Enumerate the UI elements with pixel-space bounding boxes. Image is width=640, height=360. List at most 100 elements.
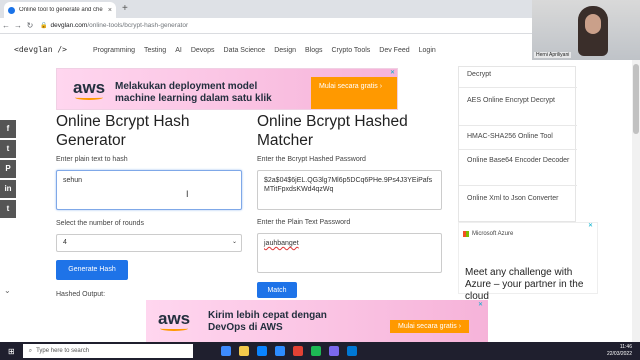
ad-top-message: Melakukan deployment model machine learn… — [115, 81, 272, 105]
ad-close-icon[interactable]: ✕ — [390, 69, 395, 76]
windows-taskbar: ⊞ ⌕ Type here to search 11:46 22/03/2022 — [0, 342, 640, 360]
word-icon[interactable] — [346, 346, 357, 356]
address-bar[interactable]: devglan.com/online-tools/bcrypt-hash-gen… — [50, 22, 188, 29]
new-tab-button[interactable]: + — [122, 3, 128, 15]
matcher-title: Online Bcrypt Hashed Matcher — [257, 113, 408, 149]
clock-time: 11:46 — [619, 344, 632, 350]
divider — [459, 149, 577, 150]
pinterest-share-icon[interactable]: P — [0, 160, 16, 178]
back-icon[interactable]: ← — [0, 21, 12, 30]
chevron-down-icon: ⌄ — [231, 239, 237, 245]
rounds-value: 4 — [63, 239, 67, 246]
ad-bottom-cta-button[interactable]: Mulai secara gratis › — [390, 320, 470, 333]
file-explorer-icon[interactable] — [238, 346, 249, 356]
nav-ai[interactable]: AI — [175, 47, 182, 54]
scrollbar-thumb[interactable] — [633, 64, 639, 134]
azure-ad[interactable]: Microsoft Azure Meet any challenge with … — [458, 222, 598, 302]
nav-testing[interactable]: Testing — [144, 47, 166, 54]
ad-bottom-message: Kirim lebih cepat dengan DevOps di AWS — [208, 310, 327, 334]
main-nav: Programming Testing AI Devops Data Scien… — [93, 47, 436, 54]
plain-text-input[interactable]: sehun — [56, 170, 242, 210]
facebook-share-icon[interactable]: f — [0, 120, 16, 138]
nav-login[interactable]: Login — [419, 47, 436, 54]
sidebar-item-base64[interactable]: Online Base64 Encoder Decoder — [467, 155, 571, 167]
lock-icon[interactable]: 🔒 — [40, 22, 47, 29]
microsoft-azure-brand: Microsoft Azure — [463, 231, 513, 237]
presenter-face — [585, 14, 601, 34]
tab-title: Online tool to generate and che — [19, 7, 103, 13]
nav-devops[interactable]: Devops — [191, 47, 215, 54]
nav-dev-feed[interactable]: Dev Feed — [379, 47, 409, 54]
clock-date: 22/03/2022 — [606, 351, 632, 357]
taskbar-apps — [220, 346, 357, 356]
edge-icon[interactable] — [256, 346, 267, 356]
hash-input[interactable]: $2a$04$6jEL.QG3lg7Ml6p5DCq6PHe.9Ps4J3YEi… — [257, 170, 442, 210]
zoom-icon[interactable] — [274, 346, 285, 356]
taskbar-clock[interactable]: 11:46 22/03/2022 — [607, 344, 632, 358]
nav-blogs[interactable]: Blogs — [305, 47, 323, 54]
aws-ad-top[interactable]: aws Melakukan deployment model machine l… — [56, 68, 398, 110]
task-view-icon[interactable] — [220, 346, 231, 356]
plain-password-label: Enter the Plain Text Password — [257, 219, 351, 226]
ad-top-line2: machine learning dalam satu klik — [115, 93, 272, 104]
ad-bottom-line1: Kirim lebih cepat dengan — [208, 310, 327, 321]
twitter-share-icon[interactable]: t — [0, 140, 16, 158]
share-bar: f t P in t — [0, 120, 16, 220]
match-button[interactable]: Match — [257, 282, 297, 298]
ad-top-line1: Melakukan deployment model — [115, 81, 258, 92]
sidebar-item-decrypt[interactable]: Decrypt — [467, 69, 571, 81]
microsoft-logo-icon — [463, 231, 469, 237]
url-path: /online-tools/bcrypt-hash-generator — [87, 22, 189, 29]
nav-data-science[interactable]: Data Science — [224, 47, 266, 54]
hashed-output-label: Hashed Output: — [56, 291, 106, 298]
sidebar-item-hmac[interactable]: HMAC-SHA256 Online Tool — [467, 131, 571, 143]
windows-start-icon[interactable]: ⊞ — [8, 347, 15, 356]
related-tools-sidebar: Decrypt AES Online Encrypt Decrypt HMAC-… — [458, 66, 577, 222]
sidebar-item-xml-json[interactable]: Online Xml to Json Converter — [467, 193, 571, 205]
plain-password-value: jauhbanget — [264, 240, 299, 247]
webcam-overlay: Herni Apriliyani — [532, 0, 640, 60]
chevron-down-icon[interactable]: ⌄ — [4, 286, 11, 295]
reload-icon[interactable]: ↻ — [24, 21, 36, 30]
divider — [459, 125, 577, 126]
search-icon: ⌕ — [28, 347, 33, 354]
tumblr-share-icon[interactable]: t — [0, 200, 16, 218]
sidebar-item-aes[interactable]: AES Online Encrypt Decrypt — [467, 95, 571, 107]
aws-logo: aws — [158, 309, 191, 331]
generate-hash-button[interactable]: Generate Hash — [56, 260, 128, 280]
divider — [459, 87, 577, 88]
rounds-label: Select the number of rounds — [56, 220, 144, 227]
aws-logo: aws — [73, 78, 106, 100]
ad-top-cta-button[interactable]: Mulai secara gratis › — [311, 77, 397, 109]
nav-crypto-tools[interactable]: Crypto Tools — [332, 47, 371, 54]
ad-close-icon[interactable]: ✕ — [478, 301, 483, 308]
browser-tab[interactable]: Online tool to generate and che × — [4, 2, 116, 18]
chrome-icon[interactable] — [292, 346, 303, 356]
forward-icon[interactable]: → — [12, 21, 24, 30]
divider — [459, 185, 577, 186]
azure-ad-text: Meet any challenge with Azure – your par… — [465, 267, 584, 302]
site-favicon-icon — [8, 6, 15, 14]
plain-password-input[interactable]: jauhbanget — [257, 233, 442, 273]
aws-ad-bottom[interactable]: aws Kirim lebih cepat dengan DevOps di A… — [146, 300, 488, 342]
azure-brand-text: Microsoft Azure — [472, 231, 514, 237]
generator-title: Online Bcrypt Hash Generator — [56, 113, 190, 149]
taskbar-search-input[interactable]: ⌕ Type here to search — [22, 344, 193, 358]
page-scrollbar[interactable] — [632, 34, 640, 342]
taskbar-search-placeholder: Type here to search — [36, 348, 90, 354]
logo-text: <devglan /> — [14, 45, 67, 54]
nav-programming[interactable]: Programming — [93, 47, 135, 54]
spotify-icon[interactable] — [310, 346, 321, 356]
linkedin-share-icon[interactable]: in — [0, 180, 16, 198]
nav-design[interactable]: Design — [274, 47, 296, 54]
ad-close-icon[interactable]: ✕ — [588, 222, 593, 229]
rounds-select[interactable]: 4 ⌄ — [56, 234, 242, 252]
app-icon[interactable] — [328, 346, 339, 356]
plain-text-label: Enter plain text to hash — [56, 156, 128, 163]
ad-bottom-line2: DevOps di AWS — [208, 322, 283, 333]
url-host: devglan.com — [50, 22, 88, 29]
mouse-cursor-icon: I — [186, 189, 189, 199]
site-logo[interactable]: <devglan /> — [14, 46, 67, 54]
tab-close-icon[interactable]: × — [108, 7, 112, 14]
screen: Online tool to generate and che × + ← → … — [0, 0, 640, 360]
